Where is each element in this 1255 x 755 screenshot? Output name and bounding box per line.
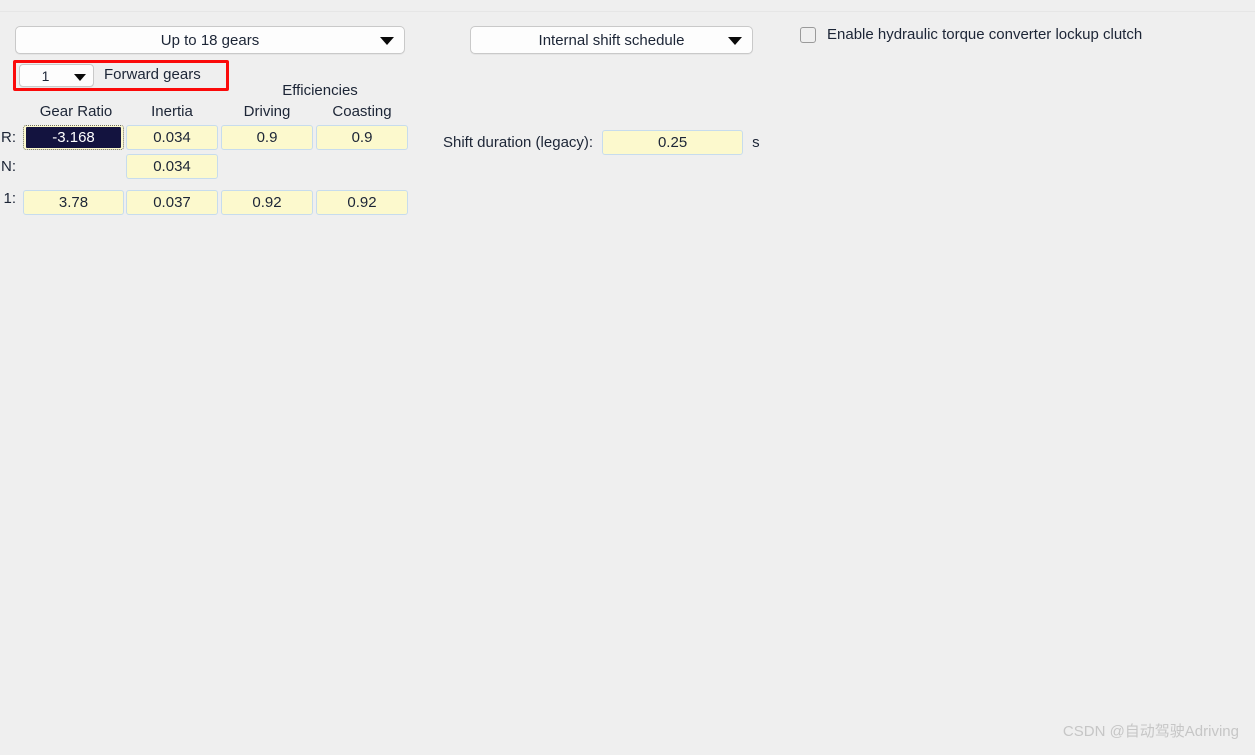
column-header-inertia: Inertia <box>151 103 193 120</box>
lockup-clutch-label: Enable hydraulic torque converter lockup… <box>827 26 1143 43</box>
watermark: CSDN @自动驾驶Adriving <box>1062 723 1239 740</box>
cell-neutral-coasting <box>316 154 408 179</box>
shift-duration-unit: s <box>752 134 760 151</box>
cell-neutral-driving <box>221 154 313 179</box>
row-label-reverse: R: <box>1 129 16 146</box>
cell-gear1-coasting[interactable]: 0.92 <box>316 190 408 215</box>
column-header-coasting: Coasting <box>332 103 392 120</box>
cell-reverse-coasting[interactable]: 0.9 <box>316 125 408 150</box>
lockup-clutch-checkbox[interactable] <box>800 26 816 43</box>
column-header-driving: Driving <box>243 103 291 120</box>
cell-gear1-driving[interactable]: 0.92 <box>221 190 313 215</box>
cell-reverse-inertia[interactable]: 0.034 <box>126 125 218 150</box>
shift-schedule-dropdown[interactable]: Internal shift schedule <box>470 26 753 54</box>
cell-reverse-driving[interactable]: 0.9 <box>221 125 313 150</box>
forward-gears-count-value: 1 <box>41 67 50 84</box>
shift-duration-input[interactable]: 0.25 <box>602 130 744 155</box>
efficiencies-group-header: Efficiencies <box>282 82 358 99</box>
cell-reverse-gear-ratio-value: -3.168 <box>26 127 121 148</box>
gears-count-dropdown-label: Up to 18 gears <box>160 31 260 49</box>
forward-gears-count-dropdown[interactable]: 1 <box>19 64 94 87</box>
row-label-gear-1: 1: <box>3 190 16 207</box>
row-label-neutral: N: <box>1 158 16 175</box>
top-divider <box>0 11 1255 12</box>
shift-duration-label: Shift duration (legacy): <box>443 134 594 151</box>
chevron-down-icon <box>380 37 394 45</box>
forward-gears-label: Forward gears <box>104 66 201 83</box>
lockup-clutch-row[interactable]: Enable hydraulic torque converter lockup… <box>800 26 1142 43</box>
gears-count-dropdown[interactable]: Up to 18 gears <box>15 26 405 54</box>
cell-gear1-gear-ratio[interactable]: 3.78 <box>23 190 124 215</box>
chevron-down-icon <box>74 73 86 81</box>
shift-schedule-dropdown-label: Internal shift schedule <box>538 31 685 49</box>
cell-neutral-gear-ratio <box>23 154 124 179</box>
cell-neutral-inertia[interactable]: 0.034 <box>126 154 218 179</box>
chevron-down-icon <box>728 37 742 45</box>
column-header-gear-ratio: Gear Ratio <box>39 103 113 120</box>
shift-duration-row: Shift duration (legacy): 0.25 s <box>443 130 760 155</box>
cell-gear1-inertia[interactable]: 0.037 <box>126 190 218 215</box>
cell-reverse-gear-ratio[interactable]: -3.168 <box>23 125 124 150</box>
